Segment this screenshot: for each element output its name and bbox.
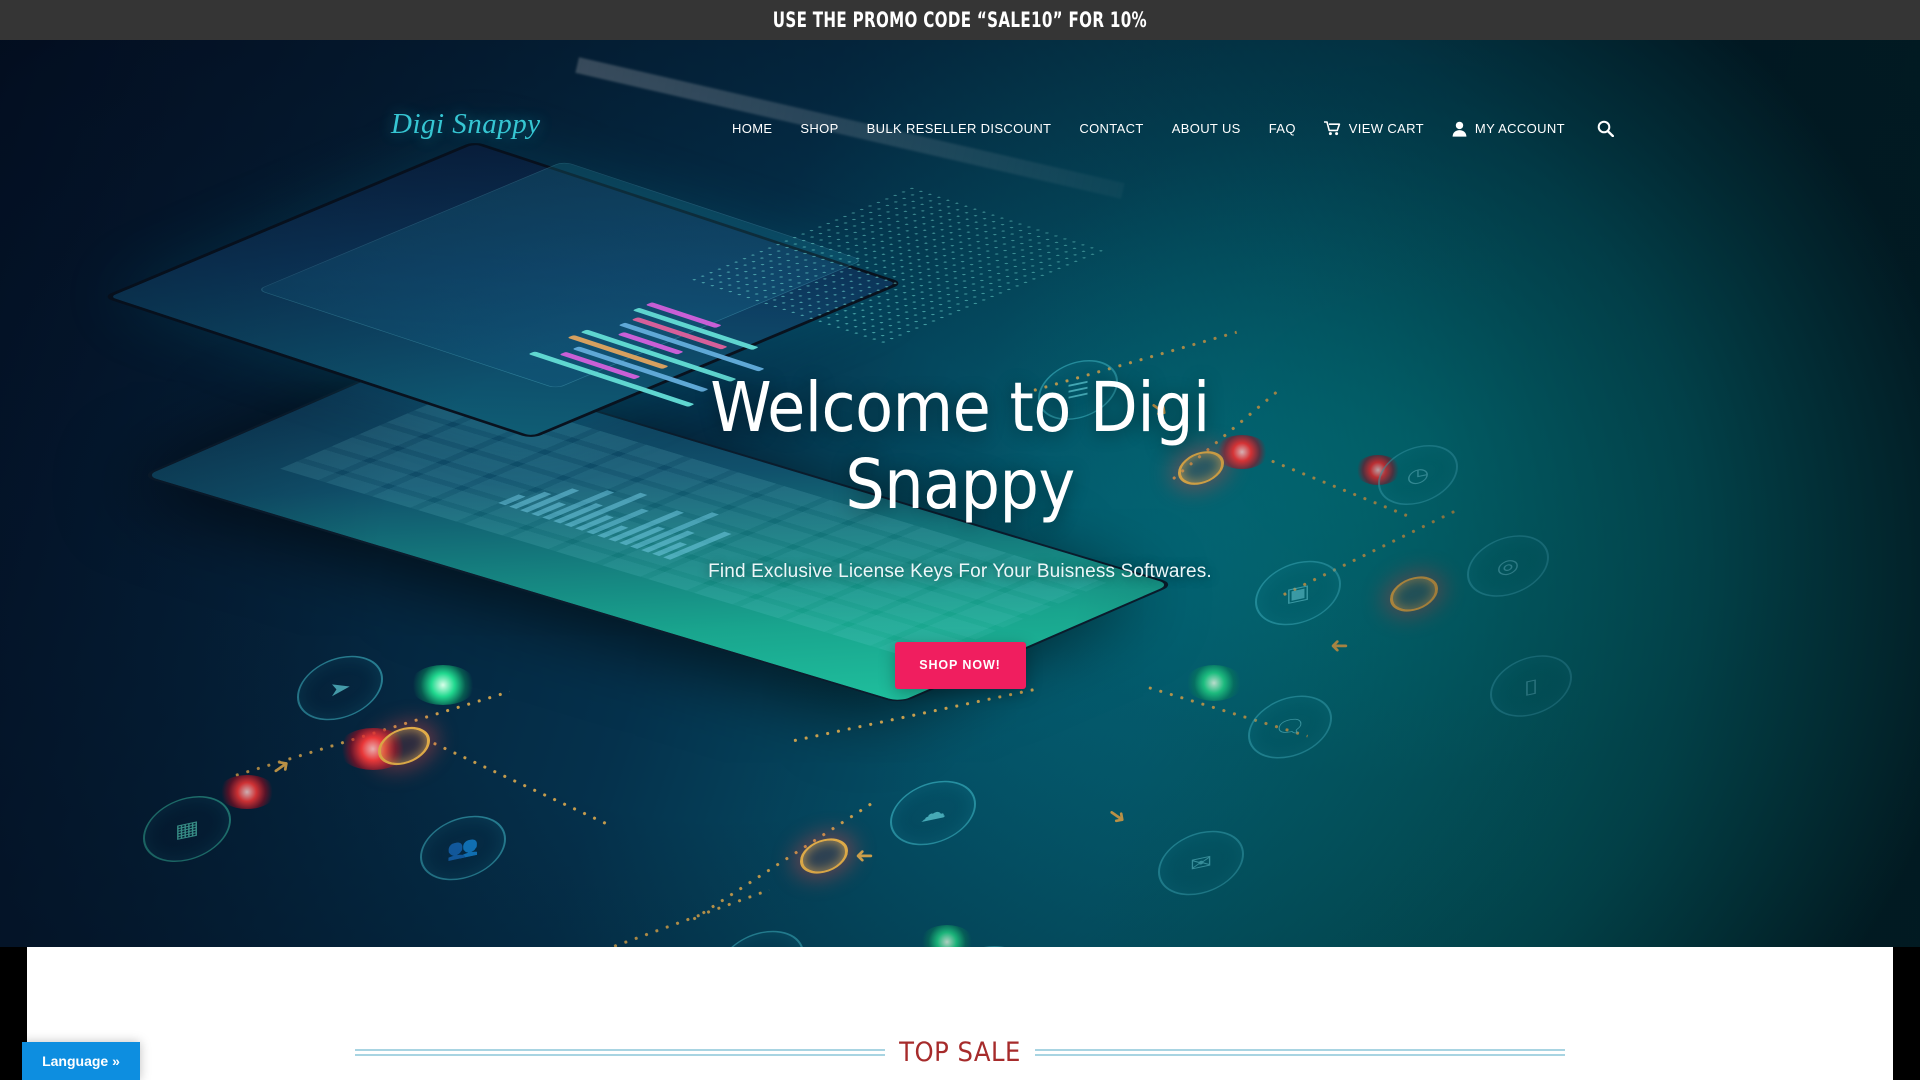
top-sale-section-header: TOP SALE: [27, 1037, 1893, 1068]
site-header: Digi Snappy HOME SHOP BULK RESELLER DISC…: [0, 40, 1920, 140]
nav-item-about-us[interactable]: ABOUT US: [1158, 121, 1255, 136]
content-panel: TOP SALE: [27, 947, 1893, 1080]
promo-bar: USE THE PROMO CODE “SALE10” FOR 10%: [0, 0, 1920, 40]
view-cart-link[interactable]: VIEW CART: [1310, 121, 1438, 136]
nav-item-home[interactable]: HOME: [718, 121, 786, 136]
hero-title: Welcome to Digi Snappy: [710, 368, 1210, 526]
search-button[interactable]: [1597, 120, 1614, 137]
section-rule-right: [1034, 1049, 1565, 1056]
shopping-cart-icon: [1323, 121, 1340, 136]
section-title: TOP SALE: [899, 1037, 1021, 1068]
language-selector-button[interactable]: Language »: [22, 1042, 140, 1080]
hero-content: Welcome to Digi Snappy Find Exclusive Li…: [0, 40, 1920, 947]
hero-section: ➜ ➜ ➜ ➜ ➜ ➜ ☰ ◷ ◎ ▣ ▯ 🗨 ☁ ✉ ➤ ▦ 👥 ⚲ ☂ ▤ …: [0, 40, 1920, 947]
nav-item-faq[interactable]: FAQ: [1255, 121, 1310, 136]
site-logo[interactable]: Digi Snappy: [391, 108, 541, 141]
nav-item-contact[interactable]: CONTACT: [1065, 121, 1157, 136]
my-account-label: MY ACCOUNT: [1474, 121, 1565, 136]
page-left-edge: [0, 1010, 22, 1080]
my-account-link[interactable]: MY ACCOUNT: [1438, 121, 1579, 137]
hero-subtitle: Find Exclusive License Keys For Your Bui…: [708, 560, 1212, 582]
shop-now-button[interactable]: SHOP NOW!: [894, 641, 1026, 689]
nav-item-bulk-reseller-discount[interactable]: BULK RESELLER DISCOUNT: [853, 121, 1066, 136]
promo-bar-text: USE THE PROMO CODE “SALE10” FOR 10%: [772, 8, 1148, 32]
nav-item-shop[interactable]: SHOP: [786, 121, 852, 136]
section-rule-left: [355, 1049, 886, 1056]
main-navigation: HOME SHOP BULK RESELLER DISCOUNT CONTACT…: [718, 120, 1614, 137]
view-cart-label: VIEW CART: [1348, 121, 1424, 136]
user-icon: [1452, 121, 1467, 137]
search-icon: [1597, 120, 1614, 137]
